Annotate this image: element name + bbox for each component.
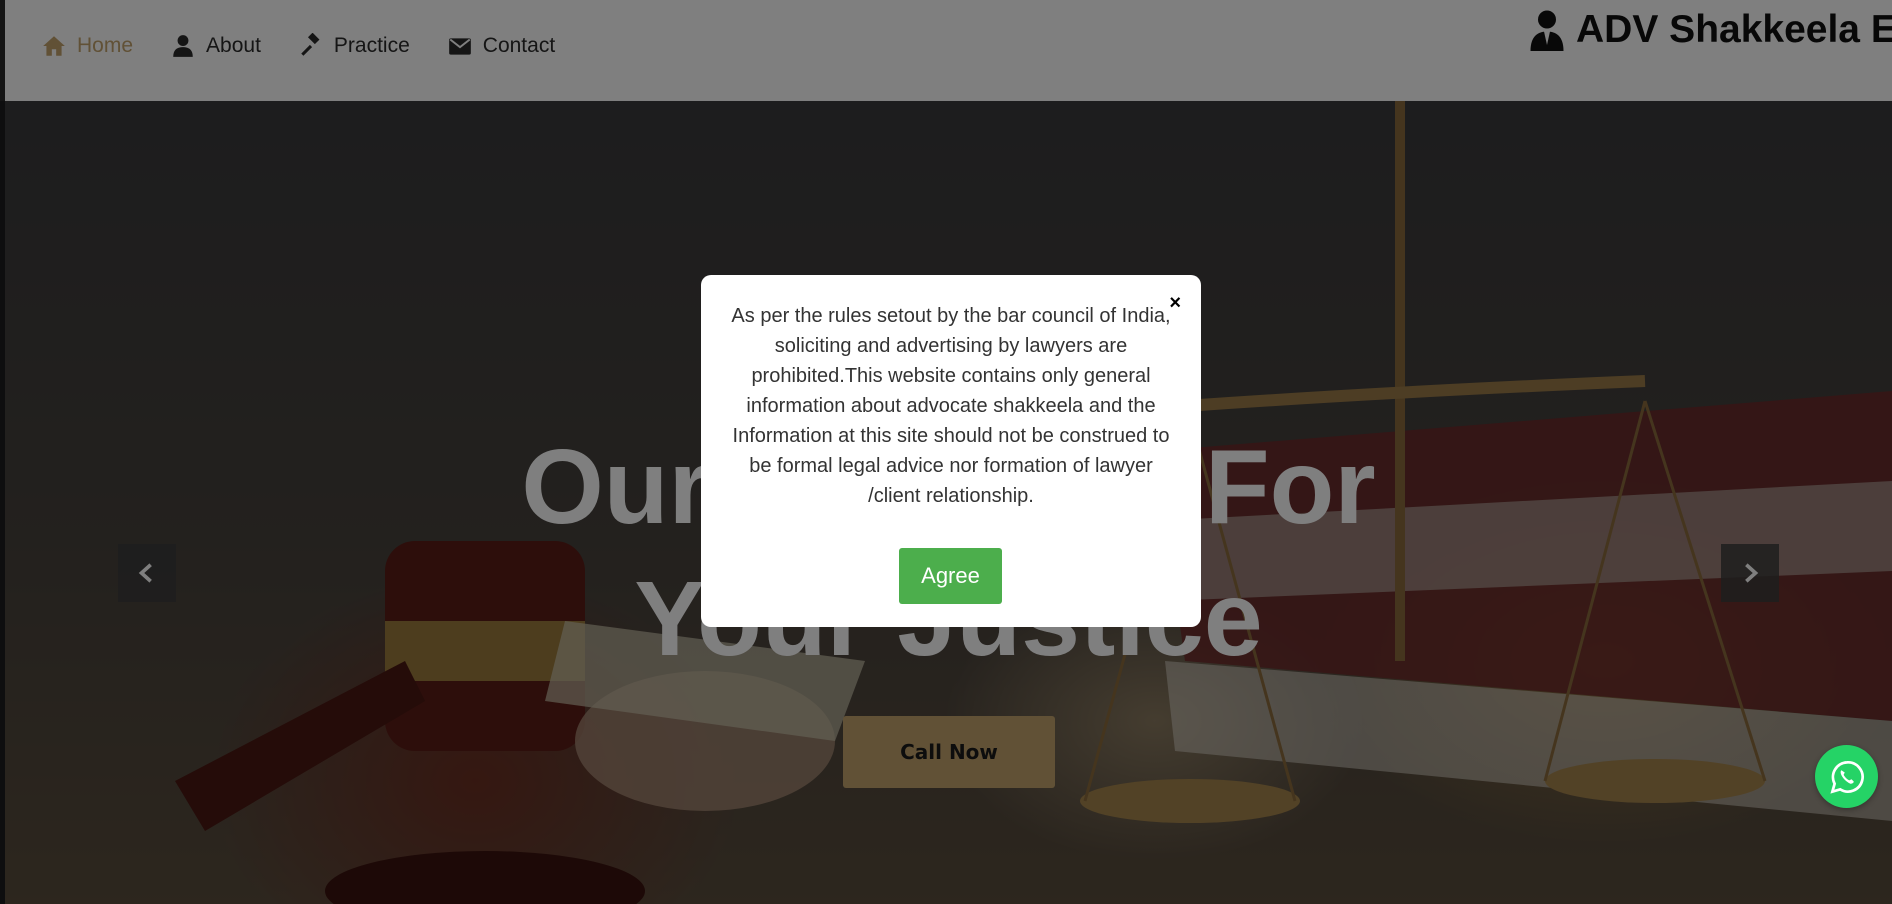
disclaimer-modal: × As per the rules setout by the bar cou… [701, 275, 1201, 627]
close-icon[interactable]: × [1169, 293, 1181, 313]
modal-backdrop[interactable]: × As per the rules setout by the bar cou… [0, 0, 1892, 904]
whatsapp-icon [1829, 760, 1864, 794]
disclaimer-text: As per the rules setout by the bar counc… [731, 305, 1171, 507]
whatsapp-button[interactable] [1815, 745, 1878, 808]
agree-button[interactable]: Agree [899, 548, 1002, 604]
